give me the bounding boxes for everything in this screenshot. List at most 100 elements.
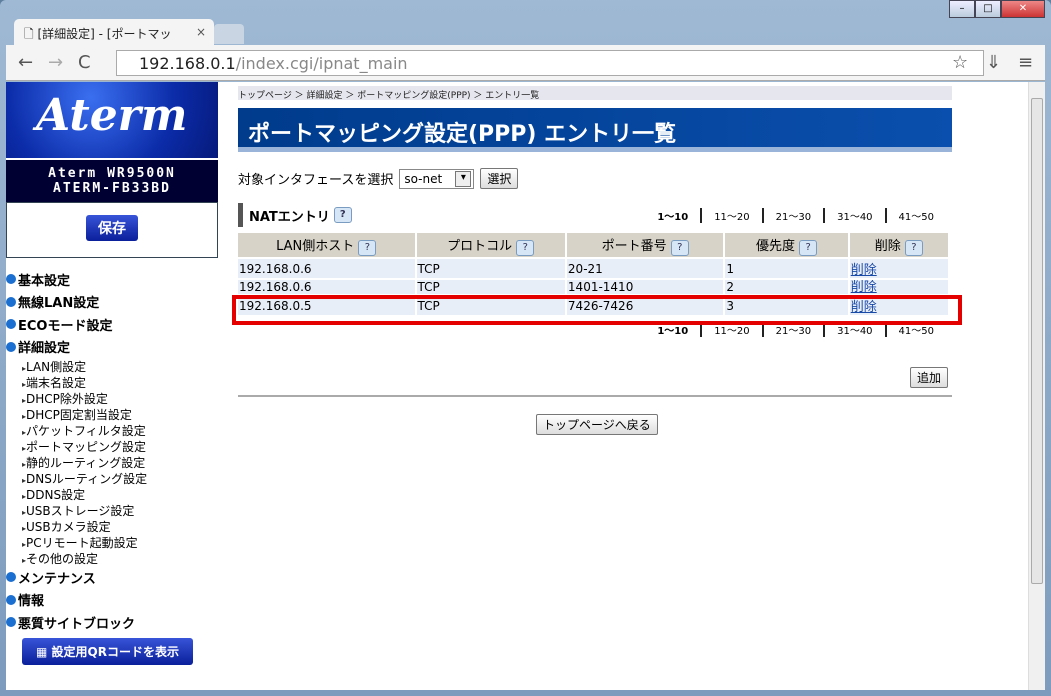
page-link[interactable]: 31〜40 bbox=[823, 207, 884, 223]
page-link[interactable]: 21〜30 bbox=[761, 207, 823, 223]
add-button[interactable]: 追加 bbox=[909, 367, 948, 388]
delete-link[interactable]: 削除 bbox=[851, 280, 877, 294]
show-qr-button[interactable]: ▦ 設定用QRコードを表示 bbox=[22, 637, 193, 665]
breadcrumb: トップページ ＞ 詳細設定 ＞ ポートマッピング設定(PPP) ＞ エントリ一覧 bbox=[238, 86, 952, 101]
url-host: 192.168.0.1 bbox=[139, 54, 236, 73]
menu-label: 悪質サイトブロック bbox=[18, 616, 136, 632]
model-name: Aterm WR9500N bbox=[48, 166, 176, 181]
menu-label: 情報 bbox=[18, 594, 45, 610]
close-tab-icon[interactable]: × bbox=[196, 25, 206, 39]
column-label: LAN側ホスト bbox=[276, 238, 355, 254]
submenu-item[interactable]: 静的ルーティング設定 bbox=[6, 454, 218, 470]
minimize-button[interactable]: – bbox=[949, 0, 975, 18]
divider bbox=[238, 395, 952, 397]
column-label: 削除 bbox=[874, 238, 901, 254]
new-tab-button[interactable] bbox=[214, 24, 244, 44]
menu-basic[interactable]: 基本設定 bbox=[6, 268, 218, 291]
help-icon[interactable]: ? bbox=[670, 239, 689, 256]
table-cell: 20-21 bbox=[566, 259, 724, 278]
submenu-item[interactable]: USBストレージ設定 bbox=[6, 502, 218, 518]
help-icon[interactable]: ? bbox=[904, 239, 923, 256]
forward-icon[interactable]: → bbox=[48, 52, 63, 73]
table-row: 192.168.0.6 TCP 1401-1410 2 削除 bbox=[238, 280, 948, 294]
help-icon[interactable]: ? bbox=[799, 239, 818, 256]
address-bar[interactable]: 192.168.0.1/index.cgi/ipnat_main bbox=[116, 50, 984, 76]
save-button[interactable]: 保存 bbox=[86, 215, 138, 241]
qr-label: 設定用QRコードを表示 bbox=[51, 644, 179, 659]
pager-top: 1〜10 11〜20 21〜30 31〜40 41〜50 bbox=[645, 207, 946, 223]
page-link[interactable]: 41〜50 bbox=[884, 207, 946, 223]
table-cell: 削除 bbox=[849, 259, 948, 278]
column-header: 削除 ? bbox=[849, 233, 948, 257]
close-window-button[interactable]: ✕ bbox=[1001, 0, 1045, 18]
aterm-logo: Aterm bbox=[6, 82, 218, 158]
column-label: プロトコル bbox=[447, 238, 513, 254]
table-cell: TCP bbox=[416, 280, 565, 294]
submenu-item[interactable]: DNSルーティング設定 bbox=[6, 470, 218, 486]
table-row: 192.168.0.6 TCP 20-21 1 削除 bbox=[238, 259, 948, 278]
column-label: 優先度 bbox=[755, 238, 795, 254]
submenu-item[interactable]: その他の設定 bbox=[6, 550, 218, 566]
interface-label: 対象インタフェースを選択 bbox=[238, 173, 394, 188]
bookmark-star-icon[interactable]: ☆ bbox=[952, 52, 968, 73]
menu-label: ECOモード設定 bbox=[18, 318, 113, 334]
menu-item[interactable]: 悪質サイトブロック bbox=[6, 611, 218, 634]
device-name: ATERM-FB33BD bbox=[53, 181, 171, 196]
table-cell: 192.168.0.6 bbox=[238, 259, 415, 278]
menu-icon[interactable]: ≡ bbox=[1018, 52, 1033, 73]
help-icon[interactable]: ? bbox=[333, 207, 352, 223]
delete-link[interactable]: 削除 bbox=[851, 263, 877, 278]
submenu-item[interactable]: DHCP固定割当設定 bbox=[6, 406, 218, 422]
back-to-top-button[interactable]: トップページへ戻る bbox=[536, 414, 658, 435]
bullet-icon bbox=[6, 617, 16, 628]
column-header: LAN側ホスト ? bbox=[238, 233, 415, 257]
reload-icon[interactable]: C bbox=[78, 52, 91, 73]
submenu-item[interactable]: DHCP除外設定 bbox=[6, 390, 218, 406]
help-icon[interactable]: ? bbox=[516, 239, 535, 256]
back-icon[interactable]: ← bbox=[18, 52, 33, 73]
bullet-icon bbox=[6, 296, 16, 307]
bullet-icon bbox=[6, 341, 16, 352]
help-icon[interactable]: ? bbox=[358, 239, 377, 256]
highlight-box bbox=[232, 295, 962, 325]
page-link[interactable]: 11〜20 bbox=[700, 207, 761, 223]
bullet-icon bbox=[6, 572, 16, 583]
menu-eco[interactable]: ECOモード設定 bbox=[6, 313, 218, 336]
menu-advanced[interactable]: 詳細設定 bbox=[6, 336, 218, 359]
submenu-item[interactable]: USBカメラ設定 bbox=[6, 518, 218, 534]
menu-label: 詳細設定 bbox=[18, 341, 71, 357]
tab-title: [詳細設定] - [ポートマッ bbox=[37, 27, 172, 41]
menu-wlan[interactable]: 無線LAN設定 bbox=[6, 291, 218, 314]
table-cell: TCP bbox=[416, 259, 565, 278]
submenu-item[interactable]: パケットフィルタ設定 bbox=[6, 422, 218, 438]
url-path: /index.cgi/ipnat_main bbox=[235, 54, 408, 73]
scrollbar[interactable] bbox=[1028, 82, 1045, 690]
menu-label: メンテナンス bbox=[18, 571, 96, 587]
column-header: 優先度 ? bbox=[725, 233, 848, 257]
scroll-thumb[interactable] bbox=[1031, 98, 1043, 584]
submenu-item[interactable]: 端末名設定 bbox=[6, 374, 218, 390]
table-cell: 2 bbox=[725, 280, 848, 294]
bullet-icon bbox=[6, 594, 16, 605]
select-button[interactable]: 選択 bbox=[480, 168, 519, 189]
extension-icon[interactable]: ⇓ bbox=[986, 52, 1001, 73]
submenu-item[interactable]: DDNS設定 bbox=[6, 486, 218, 502]
submenu-item[interactable]: LAN側設定 bbox=[6, 358, 218, 374]
submenu-item[interactable]: ポートマッピング設定 bbox=[6, 438, 218, 454]
maximize-button[interactable]: □ bbox=[975, 0, 1001, 18]
table-cell: 1401-1410 bbox=[566, 280, 724, 294]
page-icon: 🗋 bbox=[24, 27, 38, 41]
table-cell: 1 bbox=[725, 259, 848, 278]
submenu-item[interactable]: PCリモート起動設定 bbox=[6, 534, 218, 550]
page-link[interactable]: 1〜10 bbox=[645, 208, 700, 223]
column-label: ポート番号 bbox=[601, 238, 667, 254]
qr-icon: ▦ bbox=[36, 644, 52, 659]
interface-select[interactable]: so-net bbox=[399, 168, 475, 189]
bullet-icon bbox=[6, 319, 16, 330]
menu-item[interactable]: 情報 bbox=[6, 589, 218, 612]
page-title: ポートマッピング設定(PPP) エントリ一覧 bbox=[238, 108, 952, 152]
browser-tab[interactable]: 🗋 [詳細設定] - [ポートマッ × bbox=[14, 19, 214, 45]
menu-item[interactable]: メンテナンス bbox=[6, 566, 218, 589]
section-title: NATエントリ bbox=[249, 209, 330, 225]
column-header: ポート番号 ? bbox=[566, 233, 724, 257]
